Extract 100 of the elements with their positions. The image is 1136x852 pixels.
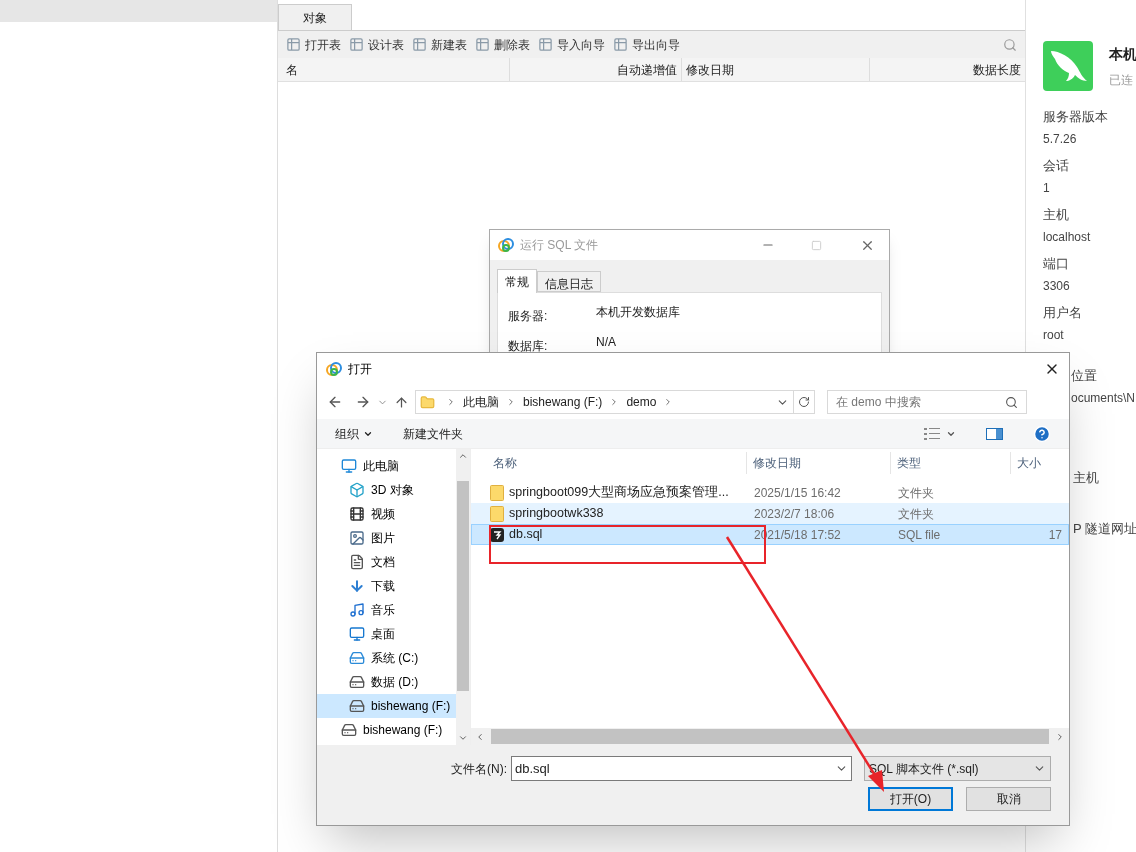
file-date: 2025/1/15 16:42 <box>753 484 842 502</box>
nav-item[interactable]: 此电脑 <box>317 454 456 478</box>
toolbar-button[interactable]: 打开表 <box>286 35 341 54</box>
dialog-button[interactable]: 打开(O) <box>868 787 953 811</box>
nav-item[interactable]: bishewang (F:) <box>317 718 456 742</box>
field-value: N/A <box>596 334 616 351</box>
address-bar[interactable]: 此电脑 bishewang (F:) demo <box>415 390 815 414</box>
info-value: root <box>1043 326 1065 344</box>
table-icon <box>349 37 364 52</box>
file-row[interactable]: springboot099大型商场应急预案管理... 2025/1/15 16:42 文件夹 <box>471 482 1069 503</box>
file-size: 17 <box>1048 526 1062 544</box>
nav-item[interactable]: 数据 (D:) <box>317 670 456 694</box>
field-label: 服务器: <box>508 308 549 325</box>
document-icon <box>349 554 365 570</box>
toolbar-button[interactable]: 导出向导 <box>613 35 680 54</box>
toolbar-button[interactable]: 设计表 <box>349 35 404 54</box>
info-label: 位置 <box>1071 367 1098 385</box>
column-header[interactable]: 类型 <box>891 452 1011 474</box>
field-value: 本机开发数据库 <box>596 304 680 321</box>
folder-icon <box>420 394 435 410</box>
folder-icon <box>490 505 504 522</box>
computer-icon <box>341 458 357 474</box>
breadcrumb-item[interactable]: demo <box>626 393 657 411</box>
dialog-tab[interactable]: 常规 <box>497 269 537 293</box>
info-value: 3306 <box>1043 277 1071 295</box>
nav-item[interactable]: 视频 <box>317 502 456 526</box>
scroll-down-icon[interactable] <box>458 733 468 743</box>
search-icon <box>1005 395 1018 409</box>
column-header[interactable]: 数据长度 <box>870 58 1025 81</box>
scrollbar[interactable] <box>456 449 470 745</box>
scroll-left-icon[interactable] <box>475 731 485 742</box>
file-type: SQL file <box>897 526 942 544</box>
scroll-right-icon[interactable] <box>1055 731 1065 742</box>
toolbar-button[interactable]: 导入向导 <box>538 35 605 54</box>
horizontal-scrollbar[interactable] <box>471 728 1069 745</box>
nav-item[interactable]: 系统 (C:) <box>317 646 456 670</box>
breadcrumb-item[interactable]: bishewang (F:) <box>523 393 603 411</box>
toolbar-button[interactable]: 删除表 <box>475 35 530 54</box>
column-header[interactable]: 修改日期 <box>747 452 891 474</box>
column-header[interactable]: 名 <box>278 58 510 81</box>
field-label: 文件名(N): <box>451 760 507 778</box>
app-logo-icon <box>498 237 514 253</box>
file-type: 文件夹 <box>897 484 935 502</box>
nav-item[interactable]: bishewang (F:) <box>317 694 456 718</box>
table-icon <box>412 37 427 52</box>
search-icon[interactable] <box>1003 37 1017 52</box>
file-row[interactable]: springbootwk338 2023/2/7 18:06 文件夹 <box>471 503 1069 524</box>
breadcrumb-item[interactable]: 此电脑 <box>463 393 499 411</box>
file-name: db.sql <box>509 526 543 544</box>
nav-item[interactable]: 音乐 <box>317 598 456 622</box>
info-value: ocuments\N <box>1071 389 1136 407</box>
nav-item[interactable]: 3D 对象 <box>317 478 456 502</box>
info-label: P 隧道网址 <box>1073 520 1136 538</box>
help-icon[interactable] <box>1033 424 1051 443</box>
scroll-up-icon[interactable] <box>458 451 468 461</box>
toolbar-button[interactable]: 新建表 <box>412 35 467 54</box>
file-name: springboot099大型商场应急预案管理... <box>509 484 729 502</box>
column-header[interactable]: 修改日期 <box>682 58 870 81</box>
dialog-button[interactable]: 取消 <box>966 787 1051 811</box>
nav-item[interactable]: 下载 <box>317 574 456 598</box>
table-icon <box>538 37 553 52</box>
desktop-icon <box>349 626 365 642</box>
dialog-title: 运行 SQL 文件 <box>520 237 599 254</box>
object-tab[interactable]: 对象 <box>278 4 352 30</box>
file-type: 文件夹 <box>897 505 935 523</box>
view-menu-icon[interactable] <box>924 427 956 440</box>
info-label: 主机 <box>1073 469 1100 487</box>
search-field[interactable]: 在 demo 中搜索 <box>827 390 1027 414</box>
cube-icon <box>349 482 365 498</box>
dialog-tab[interactable]: 信息日志 <box>537 271 601 292</box>
column-header[interactable]: 大小 <box>1011 452 1069 474</box>
chevron-icon <box>506 397 516 407</box>
table-icon <box>286 37 301 52</box>
new-folder-button[interactable]: 新建文件夹 <box>403 424 463 443</box>
info-label: 会话 <box>1043 157 1070 175</box>
info-label: 用户名 <box>1043 304 1083 322</box>
up-icon[interactable] <box>394 394 409 410</box>
drive-icon <box>349 674 365 690</box>
file-name: springbootwk338 <box>509 505 604 523</box>
field-label: 数据库: <box>508 338 549 355</box>
file-name-field[interactable]: db.sql <box>511 756 852 781</box>
organize-menu[interactable]: 组织 <box>335 424 373 443</box>
info-value: 5.7.26 <box>1043 130 1078 148</box>
nav-item[interactable]: 图片 <box>317 526 456 550</box>
back-icon[interactable] <box>327 394 343 410</box>
column-header[interactable]: 自动递增值 <box>510 58 682 81</box>
connection-status: 已连 <box>1109 72 1134 89</box>
file-date: 2023/2/7 18:06 <box>753 505 836 523</box>
drive-icon <box>349 698 365 714</box>
refresh-icon[interactable] <box>798 396 810 408</box>
preview-pane-icon[interactable] <box>986 427 1003 440</box>
dolphin-logo <box>1043 41 1093 91</box>
nav-item[interactable]: 文档 <box>317 550 456 574</box>
forward-icon[interactable] <box>355 394 371 410</box>
dialog-title: 打开 <box>348 361 372 378</box>
column-header[interactable]: 名称 <box>471 452 747 474</box>
info-value: localhost <box>1043 228 1092 246</box>
info-label: 主机 <box>1043 206 1070 224</box>
film-icon <box>349 506 365 522</box>
nav-item[interactable]: 桌面 <box>317 622 456 646</box>
